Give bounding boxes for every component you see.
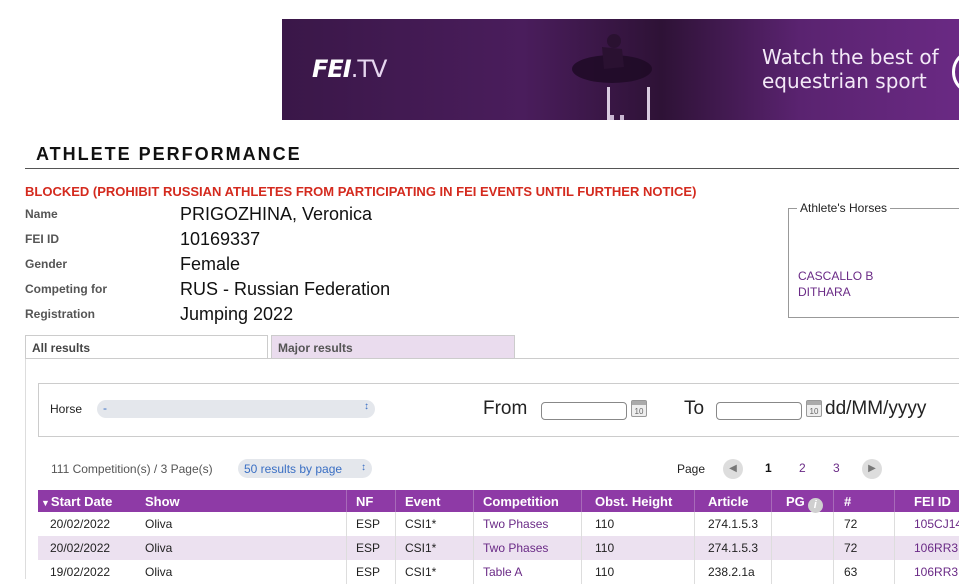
sort-desc-icon: ▼: [41, 498, 50, 508]
horse-link[interactable]: CASCALLO B: [798, 269, 873, 283]
horses-legend: Athlete's Horses: [797, 201, 890, 215]
title-divider: [25, 168, 959, 169]
per-page-value: 50 results by page: [244, 462, 343, 476]
blocked-notice: BLOCKED (PROHIBIT RUSSIAN ATHLETES FROM …: [25, 184, 697, 199]
cell-event: CSI1*: [405, 541, 437, 555]
cell-start-date: 19/02/2022: [50, 565, 111, 579]
col-obst-height[interactable]: Obst. Height: [595, 494, 672, 509]
cell-article: 238.2.1a: [708, 565, 755, 579]
chevron-updown-icon: ↕: [361, 462, 366, 473]
to-label: To: [684, 398, 705, 419]
horse-select[interactable]: - ↕: [97, 400, 375, 418]
cell-show: Oliva: [145, 565, 173, 579]
cell-fei-id-link[interactable]: 106RR3: [914, 565, 958, 579]
from-date-input[interactable]: [541, 402, 627, 420]
cell-show: Oliva: [145, 541, 173, 555]
results-per-page-select[interactable]: 50 results by page ↕: [238, 459, 372, 478]
calendar-icon[interactable]: 10: [806, 400, 822, 417]
results-summary: 111 Competition(s) / 3 Page(s): [51, 462, 213, 476]
fei-tv-banner[interactable]: FEI.TV Watch the best of equestrian spor…: [282, 19, 959, 120]
registration-value: Jumping 2022: [180, 304, 294, 324]
cell-obst-height: 110: [595, 517, 615, 531]
horse-link[interactable]: DITHARA: [798, 285, 851, 299]
cell-article: 274.1.5.3: [708, 517, 759, 531]
cell-show: Oliva: [145, 517, 173, 531]
cell-nf: ESP: [356, 565, 381, 579]
play-circle-icon: [952, 49, 959, 95]
name-value: PRIGOZHINA, Veronica: [180, 204, 373, 224]
calendar-icon[interactable]: 10: [631, 400, 647, 417]
competing-label: Competing for: [25, 282, 107, 296]
gender-row: Gender Female: [25, 254, 725, 279]
filter-bar: Horse - ↕ From 10 To 10 dd/MM/yyyy: [38, 383, 959, 437]
next-page-icon[interactable]: ▶: [862, 459, 882, 479]
feiid-label: FEI ID: [25, 232, 60, 246]
cell-article: 274.1.5.3: [708, 541, 759, 555]
name-row: Name PRIGOZHINA, Veronica: [25, 204, 725, 229]
cell-start-date: 20/02/2022: [50, 517, 111, 531]
tagline-line-2: equestrian sport: [762, 69, 927, 93]
fei-tv-logo: FEI.TV: [312, 55, 388, 83]
page-title: ATHLETE PERFORMANCE: [36, 144, 302, 164]
horse-filter-label: Horse: [50, 402, 83, 416]
tab-all-results[interactable]: All results: [25, 335, 268, 358]
cell-competition-link[interactable]: Two Phases: [483, 517, 548, 531]
table-row: 20/02/2022 Oliva ESP CSI1* Two Phases 11…: [38, 536, 959, 560]
gender-label: Gender: [25, 257, 68, 271]
results-table-header: ▼Start Date Show NF Event Competition Ob…: [38, 490, 959, 513]
chevron-updown-icon: ↕: [364, 401, 369, 412]
cell-event: CSI1*: [405, 517, 437, 531]
horse-jumping-image: [572, 34, 652, 120]
banner-tagline: Watch the best of equestrian sport: [762, 45, 939, 93]
col-competition[interactable]: Competition: [483, 494, 559, 509]
cell-obst-height: 110: [595, 541, 615, 555]
cell-fei-id-link[interactable]: 106RR3: [914, 541, 958, 555]
cell-number: 72: [844, 517, 858, 531]
col-nf[interactable]: NF: [356, 494, 373, 509]
cell-competition-link[interactable]: Table A: [483, 565, 522, 579]
col-number[interactable]: #: [844, 494, 851, 509]
cell-start-date: 20/02/2022: [50, 541, 111, 555]
feiid-row: FEI ID 10169337: [25, 229, 725, 254]
cell-event: CSI1*: [405, 565, 437, 579]
feiid-value: 10169337: [180, 229, 261, 249]
tab-major-results[interactable]: Major results: [271, 335, 515, 358]
name-label: Name: [25, 207, 58, 221]
athlete-horses-box: Athlete's Horses CASCALLO B DITHARA: [788, 201, 959, 318]
col-article[interactable]: Article: [708, 494, 748, 509]
page-label: Page: [677, 462, 706, 476]
col-show[interactable]: Show: [145, 494, 180, 509]
cell-number: 63: [844, 565, 858, 579]
info-icon[interactable]: i: [807, 498, 823, 513]
registration-row: Registration Jumping 2022: [25, 304, 725, 329]
cell-fei-id-link[interactable]: 105CJ14: [914, 517, 959, 531]
page-link-2[interactable]: 2: [799, 461, 806, 475]
logo-suffix: .TV: [350, 55, 388, 83]
cell-number: 72: [844, 541, 858, 555]
cell-competition-link[interactable]: Two Phases: [483, 541, 548, 555]
prev-page-icon[interactable]: ◀: [723, 459, 743, 479]
date-format-hint: dd/MM/yyyy: [825, 398, 927, 419]
col-pg[interactable]: PG i: [786, 494, 823, 513]
to-date-input[interactable]: [716, 402, 802, 420]
gender-value: Female: [180, 254, 241, 274]
table-row: 20/02/2022 Oliva ESP CSI1* Two Phases 11…: [38, 512, 959, 536]
page-link-3[interactable]: 3: [833, 461, 840, 475]
cell-nf: ESP: [356, 517, 381, 531]
table-row: 19/02/2022 Oliva ESP CSI1* Table A 110 2…: [38, 560, 959, 584]
cell-obst-height: 110: [595, 565, 615, 579]
tagline-line-1: Watch the best of: [762, 45, 939, 69]
col-fei-id[interactable]: FEI ID: [914, 494, 951, 509]
logo-text: FEI: [312, 55, 352, 83]
registration-label: Registration: [25, 307, 96, 321]
page-link-1[interactable]: 1: [765, 461, 772, 475]
cell-nf: ESP: [356, 541, 381, 555]
col-start-date[interactable]: ▼Start Date: [41, 494, 112, 509]
horse-select-value: -: [103, 401, 107, 415]
competing-row: Competing for RUS - Russian Federation: [25, 279, 725, 304]
from-label: From: [483, 398, 528, 419]
col-event[interactable]: Event: [405, 494, 440, 509]
competing-value: RUS - Russian Federation: [180, 279, 391, 299]
